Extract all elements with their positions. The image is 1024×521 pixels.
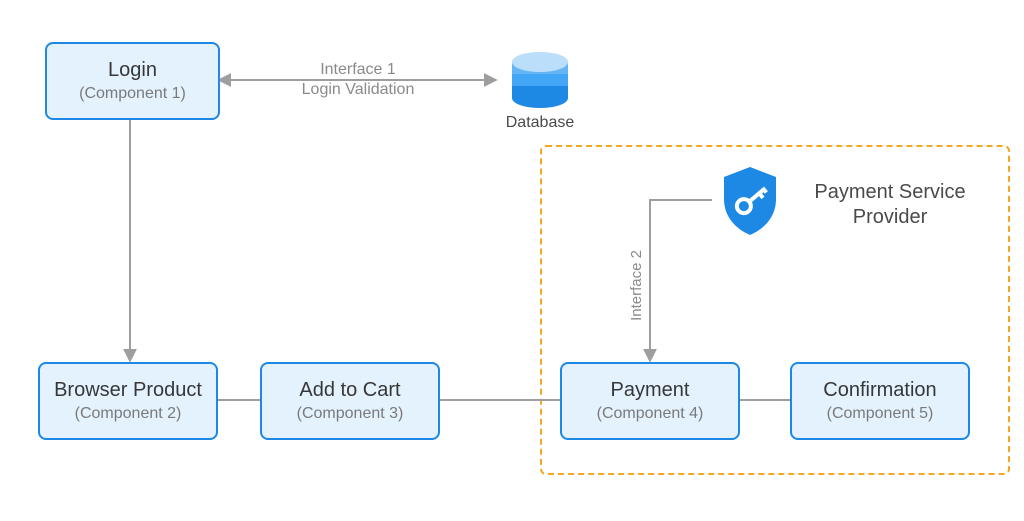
component-payment: Payment (Component 4): [560, 362, 740, 440]
component-cart-title: Add to Cart: [299, 378, 400, 402]
component-browser-product: Browser Product (Component 2): [38, 362, 218, 440]
component-confirm-subtitle: (Component 5): [827, 404, 934, 423]
component-payment-subtitle: (Component 4): [597, 404, 704, 423]
interface1-label: Interface 1 Login Validation: [258, 60, 458, 100]
component-browser-subtitle: (Component 2): [75, 404, 182, 423]
shield-key-icon: [718, 165, 782, 237]
component-confirm-title: Confirmation: [823, 378, 936, 402]
component-confirmation: Confirmation (Component 5): [790, 362, 970, 440]
component-payment-title: Payment: [611, 378, 690, 402]
interface1-line2: Login Validation: [258, 80, 458, 100]
psp-line2: Provider: [800, 205, 980, 230]
component-login: Login (Component 1): [45, 42, 220, 120]
psp-line1: Payment Service: [800, 180, 980, 205]
component-add-to-cart: Add to Cart (Component 3): [260, 362, 440, 440]
psp-label: Payment Service Provider: [800, 180, 980, 230]
component-browser-title: Browser Product: [54, 378, 202, 402]
database-icon: [505, 50, 575, 110]
interface2-label: Interface 2: [628, 250, 645, 321]
component-login-subtitle: (Component 1): [79, 84, 186, 103]
interface1-line1: Interface 1: [258, 60, 458, 80]
component-login-title: Login: [108, 58, 157, 82]
component-cart-subtitle: (Component 3): [297, 404, 404, 423]
database-label: Database: [495, 113, 585, 133]
